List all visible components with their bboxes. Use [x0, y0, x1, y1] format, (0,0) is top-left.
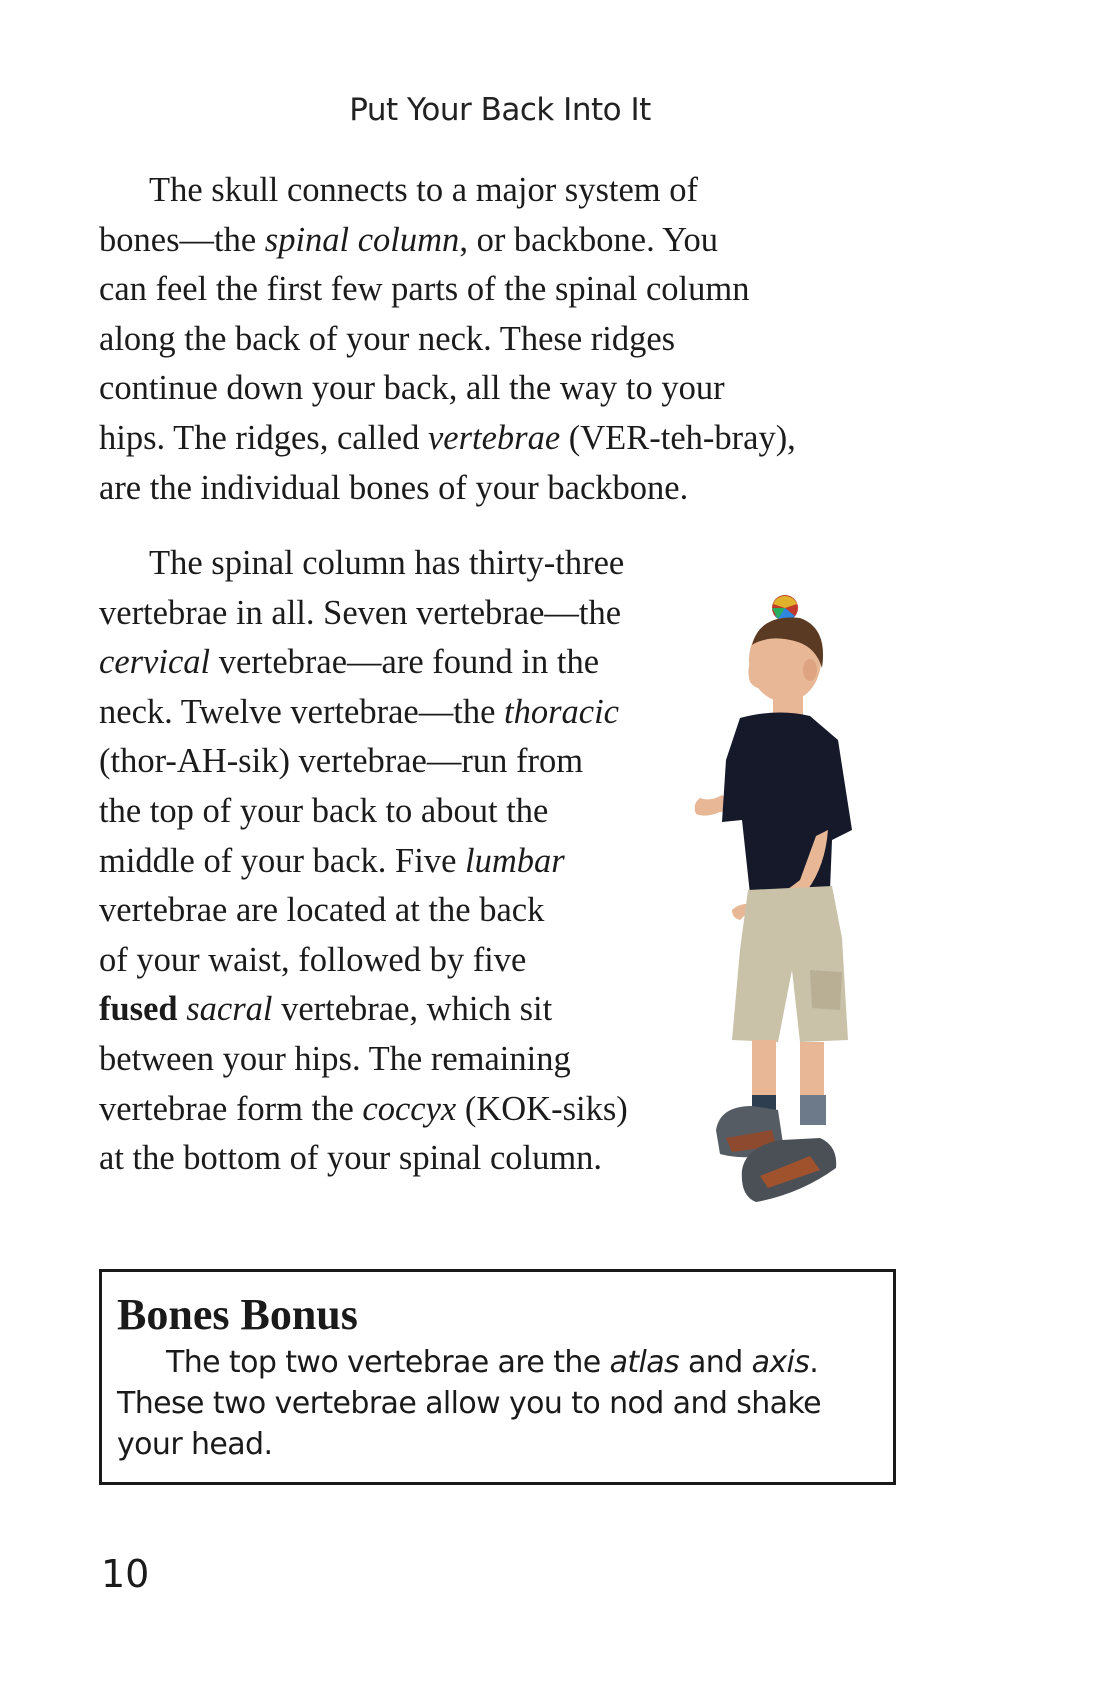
text-line: fused sacral vertebrae, which sit — [99, 985, 628, 1035]
text-span: (VER-teh-bray), — [560, 418, 796, 457]
text-span: vertebrae, which sit — [272, 990, 553, 1029]
text-line: (thor-AH-sik) vertebrae—run from — [99, 737, 628, 787]
text-line: are the individual bones of your backbon… — [99, 464, 796, 514]
text-span: bones—the — [99, 220, 265, 259]
text-span: These two vertebrae allow you to nod and… — [117, 1386, 822, 1421]
page-number: 10 — [101, 1552, 150, 1596]
paragraph-vertebrae-count: The spinal column has thirty-three verte… — [99, 539, 628, 1184]
text-line: The skull connects to a major system of — [99, 166, 796, 216]
sidebar-title: Bones Bonus — [117, 1290, 358, 1339]
boy-balancing-ball-photo — [660, 590, 900, 1330]
text-line: These two vertebrae allow you to nod and… — [117, 1383, 822, 1424]
term-cervical: cervical — [99, 643, 211, 682]
text-span: middle of your back. Five — [99, 841, 466, 880]
text-span: The spinal column has thirty-three — [149, 544, 625, 582]
text-line: neck. Twelve vertebrae—the thoracic — [99, 688, 628, 738]
running-head: Put Your Back Into It — [349, 92, 651, 128]
text-span: , or backbone. You — [459, 220, 719, 259]
text-line: bones—the spinal column, or backbone. Yo… — [99, 216, 796, 266]
text-line: vertebrae are located at the back — [99, 886, 628, 936]
boy-illustration — [694, 595, 852, 1202]
text-span: The top two vertebrae are the — [166, 1345, 610, 1380]
text-span: can feel the first few parts of the spin… — [99, 270, 750, 309]
text-span: and — [679, 1345, 752, 1380]
glossary-term-fused: fused — [99, 990, 178, 1029]
term-axis: axis — [751, 1345, 810, 1380]
text-span: vertebrae form the — [99, 1089, 363, 1128]
text-span: at the bottom of your spinal column. — [99, 1139, 603, 1178]
text-line: middle of your back. Five lumbar — [99, 837, 628, 887]
text-span: vertebrae are located at the back — [99, 891, 545, 930]
text-line: between your hips. The remaining — [99, 1035, 628, 1085]
text-span: between your hips. The remaining — [99, 1039, 571, 1078]
text-line: continue down your back, all the way to … — [99, 364, 796, 414]
text-span: of your waist, followed by five — [99, 940, 527, 979]
text-line: your head. — [117, 1424, 821, 1465]
sidebar-body: The top two vertebrae are the atlas and … — [117, 1342, 822, 1465]
term-lumbar: lumbar — [465, 841, 565, 880]
text-line: cervical vertebrae—are found in the — [99, 638, 628, 688]
text-span: vertebrae in all. Seven vertebrae—the — [99, 593, 622, 632]
text-line: along the back of your neck. These ridge… — [99, 315, 796, 365]
text-line: can feel the first few parts of the spin… — [99, 265, 796, 315]
term-spinal-column: spinal column — [264, 220, 460, 259]
term-atlas: atlas — [609, 1345, 680, 1380]
text-line: at the bottom of your spinal column. — [99, 1134, 628, 1184]
text-span — [178, 990, 187, 1028]
text-span: . — [809, 1345, 819, 1380]
text-span: the top of your back to about the — [99, 791, 549, 830]
text-line: hips. The ridges, called vertebrae (VER-… — [99, 414, 796, 464]
term-thoracic: thoracic — [504, 692, 619, 731]
text-line: vertebrae form the coccyx (KOK-siks) — [99, 1085, 628, 1135]
term-sacral: sacral — [186, 990, 273, 1029]
term-vertebrae: vertebrae — [427, 418, 561, 457]
text-span: along the back of your neck. These ridge… — [99, 319, 676, 358]
text-line: The spinal column has thirty-three — [99, 539, 628, 589]
text-span: (KOK-siks) — [456, 1089, 628, 1128]
text-span: continue down your back, all the way to … — [99, 369, 725, 408]
text-span: your head. — [117, 1427, 273, 1462]
term-coccyx: coccyx — [362, 1089, 457, 1128]
text-line: The top two vertebrae are the atlas and … — [117, 1342, 821, 1383]
paragraph-spinal-column: The skull connects to a major system of … — [99, 166, 796, 513]
text-span: neck. Twelve vertebrae—the — [99, 692, 505, 731]
text-span: vertebrae—are found in the — [210, 643, 600, 682]
text-line: the top of your back to about the — [99, 787, 628, 837]
text-span: (thor-AH-sik) vertebrae—run from — [99, 742, 584, 781]
text-line: of your waist, followed by five — [99, 936, 628, 986]
book-page: { "page": { "running_head": "Put Your Ba… — [0, 0, 1100, 1700]
text-line: vertebrae in all. Seven vertebrae—the — [99, 589, 628, 639]
text-span: hips. The ridges, called — [99, 418, 428, 457]
text-span: The skull connects to a major system of — [149, 171, 699, 209]
text-span: are the individual bones of your backbon… — [99, 468, 689, 507]
